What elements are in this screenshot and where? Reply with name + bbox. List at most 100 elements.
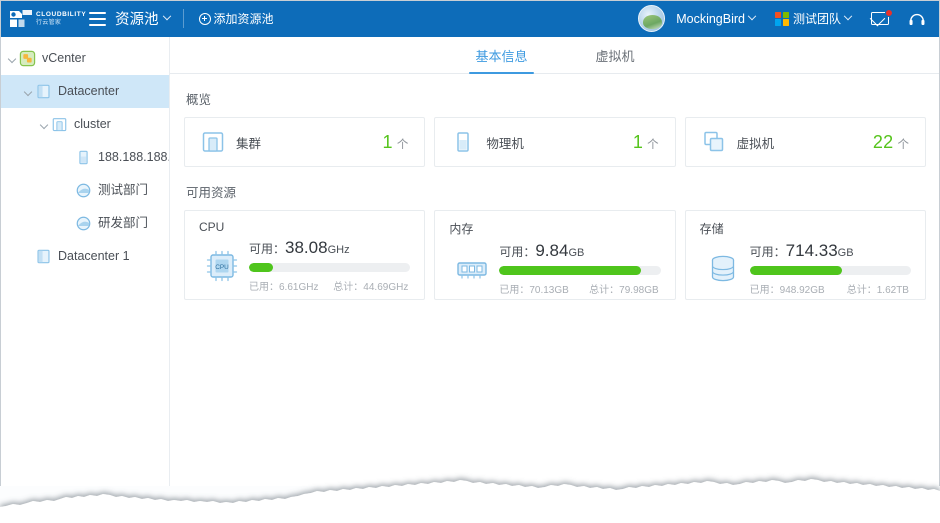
usage-bar-track xyxy=(249,263,410,272)
overview-section-title: 概览 xyxy=(186,89,926,108)
usage-bar-fill xyxy=(750,266,842,275)
user-name: MockingBird xyxy=(676,12,745,26)
resource-pool-selector[interactable]: 资源池 xyxy=(115,8,170,29)
sidebar-item-vcenter[interactable]: vCenter xyxy=(0,42,169,75)
resources-card-row: CPU CPU xyxy=(184,210,926,300)
header-divider xyxy=(183,9,184,28)
tab-bar: 基本信息 虚拟机 xyxy=(170,37,940,74)
main-content: 概览 集群 1 个 xyxy=(170,89,940,300)
overview-card-cluster[interactable]: 集群 1 个 xyxy=(184,117,425,167)
resource-card-cpu: CPU CPU xyxy=(184,210,425,300)
sidebar-item-host[interactable]: 188.188.188.60 xyxy=(0,141,169,174)
overview-card-count: 22 个 xyxy=(873,132,909,153)
spacer-icon xyxy=(62,185,74,197)
available-prefix: 可用： xyxy=(499,245,535,259)
chevron-down-icon[interactable] xyxy=(38,119,50,131)
resource-card-memory: 内存 可用：9.84GB xyxy=(434,210,675,300)
department-icon xyxy=(75,215,92,232)
resource-available-line: 可用：38.08GHz xyxy=(249,238,410,258)
chevron-down-icon xyxy=(844,11,852,19)
unread-badge xyxy=(885,9,893,17)
cpu-icon: CPU xyxy=(203,247,241,285)
overview-card-value: 1 xyxy=(633,132,643,153)
logo-subtitle: 行云管家 xyxy=(36,20,86,26)
add-resource-pool-button[interactable]: 添加资源池 xyxy=(199,10,274,27)
resource-card-title: CPU xyxy=(199,220,410,234)
overview-card-host[interactable]: 物理机 1 个 xyxy=(434,117,675,167)
support-button[interactable] xyxy=(908,11,926,27)
available-unit: GHz xyxy=(328,244,350,256)
sidebar-item-label: Datacenter xyxy=(58,85,119,98)
header-right-group: MockingBird 测试团队 xyxy=(638,0,940,37)
sidebar-item-datacenter-1[interactable]: Datacenter 1 xyxy=(0,240,169,273)
sidebar-item-label: vCenter xyxy=(42,52,86,65)
add-resource-pool-label: 添加资源池 xyxy=(214,10,274,27)
messages-button[interactable] xyxy=(871,11,890,26)
overview-card-vm[interactable]: 虚拟机 22 个 xyxy=(685,117,926,167)
cluster-icon xyxy=(51,116,68,133)
overview-card-label: 物理机 xyxy=(486,133,524,152)
resources-section-title: 可用资源 xyxy=(186,182,926,201)
overview-card-unit: 个 xyxy=(647,136,659,152)
user-menu[interactable]: MockingBird xyxy=(638,5,755,32)
host-card-icon xyxy=(451,130,475,154)
overview-card-count: 1 个 xyxy=(383,132,409,153)
tab-label: 虚拟机 xyxy=(596,46,635,65)
available-prefix: 可用： xyxy=(249,242,285,256)
resource-total: 总计：79.98GB xyxy=(589,281,658,296)
resource-card-title: 存储 xyxy=(700,220,911,237)
cluster-card-icon xyxy=(201,130,225,154)
team-selector[interactable]: 测试团队 xyxy=(775,10,851,27)
available-value: 714.33 xyxy=(786,241,838,260)
sidebar-item-label: Datacenter 1 xyxy=(58,250,130,263)
available-value: 9.84 xyxy=(535,241,568,260)
hamburger-icon[interactable] xyxy=(89,12,106,26)
mail-icon xyxy=(871,11,890,26)
resource-pool-label: 资源池 xyxy=(115,8,159,29)
vm-card-icon xyxy=(702,130,726,154)
available-unit: GB xyxy=(838,247,854,259)
sidebar-item-label: cluster xyxy=(74,118,111,131)
sidebar-item-test-department[interactable]: 测试部门 xyxy=(0,174,169,207)
app-root: CLOUDBILITY 行云管家 资源池 添加资源池 MockingBird xyxy=(0,0,940,523)
usage-bar-track xyxy=(750,266,911,275)
datacenter-icon xyxy=(35,248,52,265)
tab-virtual-machines[interactable]: 虚拟机 xyxy=(590,37,641,73)
resource-card-title: 内存 xyxy=(449,220,660,237)
headset-icon xyxy=(908,11,926,27)
resource-available-line: 可用：714.33GB xyxy=(750,241,911,261)
sidebar-item-label: 188.188.188.60 xyxy=(98,151,170,164)
tab-basic-info[interactable]: 基本信息 xyxy=(469,37,533,73)
main-panel: 基本信息 虚拟机 概览 集群 1 个 xyxy=(170,37,940,486)
resource-total: 总计：1.62TB xyxy=(847,281,909,296)
sidebar-item-cluster[interactable]: cluster xyxy=(0,108,169,141)
overview-card-row: 集群 1 个 物理机 1 个 xyxy=(184,117,926,167)
datacenter-icon xyxy=(35,83,52,100)
vcenter-icon xyxy=(19,50,36,67)
brand-logo[interactable]: CLOUDBILITY 行云管家 xyxy=(9,6,81,32)
usage-bar-fill xyxy=(499,266,641,275)
chevron-down-icon xyxy=(162,11,170,19)
overview-card-value: 22 xyxy=(873,132,894,153)
team-grid-icon xyxy=(775,12,789,26)
overview-card-value: 1 xyxy=(383,132,393,153)
storage-icon xyxy=(704,250,742,288)
resource-used: 已用：6.61GHz xyxy=(249,278,318,293)
usage-bar-track xyxy=(499,266,660,275)
plus-circle-icon xyxy=(199,13,211,25)
sidebar-item-rd-department[interactable]: 研发部门 xyxy=(0,207,169,240)
overview-card-label: 虚拟机 xyxy=(737,133,775,152)
available-prefix: 可用： xyxy=(750,245,786,259)
cloudbility-logo-icon xyxy=(9,9,33,28)
overview-card-unit: 个 xyxy=(397,136,409,152)
department-icon xyxy=(75,182,92,199)
spacer-icon xyxy=(62,152,74,164)
chevron-down-icon[interactable] xyxy=(22,86,34,98)
svg-text:CPU: CPU xyxy=(215,264,229,271)
resource-card-storage: 存储 可用：714.33GB xyxy=(685,210,926,300)
chevron-down-icon[interactable] xyxy=(6,53,18,65)
sidebar-item-datacenter[interactable]: Datacenter xyxy=(0,75,169,108)
chevron-down-icon xyxy=(748,11,756,19)
sidebar-tree: vCenter Datacenter cluster 188.1 xyxy=(0,37,170,486)
overview-card-unit: 个 xyxy=(897,136,909,152)
